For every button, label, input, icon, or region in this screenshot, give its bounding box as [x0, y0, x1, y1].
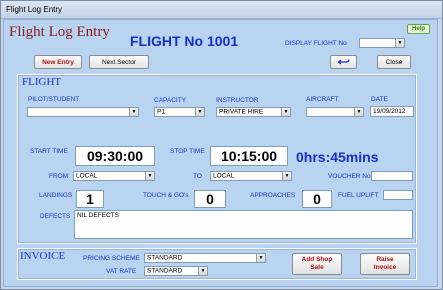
vat-rate-label: VAT RATE	[106, 268, 137, 275]
from-select[interactable]: LOCAL ▼	[73, 171, 155, 181]
approaches-field[interactable]: 0	[302, 190, 332, 208]
fuel-uplift-field[interactable]	[383, 190, 413, 200]
pricing-scheme-select[interactable]: STANDARD ▼	[144, 253, 266, 263]
voucher-label: VOUCHER No.	[328, 173, 373, 180]
touch-go-field[interactable]: 0	[194, 190, 226, 208]
chevron-down-icon[interactable]: ▼	[395, 39, 404, 47]
chevron-down-icon[interactable]: ▼	[195, 108, 204, 116]
capacity-label: CAPACITY	[154, 97, 187, 104]
chevron-down-icon[interactable]: ▼	[354, 108, 363, 116]
defects-field[interactable]: NIL DEFECTS	[74, 210, 413, 239]
add-shop-sale-button[interactable]: Add Shop Sale	[292, 253, 342, 275]
undo-arrow-icon	[337, 59, 350, 65]
chevron-down-icon[interactable]: ▼	[129, 108, 138, 116]
undo-button[interactable]	[330, 55, 357, 69]
form-title: Flight Log Entry	[9, 24, 110, 40]
landings-label: LANDINGS	[39, 192, 73, 199]
touch-go-label: TOUCH & GO's	[143, 192, 189, 199]
flight-section-title: FLIGHT	[22, 76, 62, 88]
aircraft-label: AIRCRAFT	[306, 96, 339, 103]
instructor-select[interactable]: PRIVATE HIRE ▼	[216, 107, 291, 117]
vat-rate-select[interactable]: STANDARD ▼	[144, 266, 208, 276]
chevron-down-icon[interactable]: ▼	[198, 267, 207, 275]
display-flight-label: DISPLAY FLIGHT No	[285, 40, 347, 47]
fuel-uplift-label: FUEL UPLIFT	[338, 192, 379, 199]
date-label: DATE	[371, 96, 388, 103]
new-entry-button[interactable]: New Entry	[34, 55, 82, 69]
pricing-scheme-label: PRICING SCHEME	[83, 255, 140, 262]
stop-time-field[interactable]: 10:15:00	[210, 146, 288, 166]
invoice-section-title: INVOICE	[20, 250, 66, 262]
pilot-label: PILOT/STUDENT	[28, 96, 80, 103]
chevron-down-icon[interactable]: ▼	[256, 254, 265, 262]
chevron-down-icon[interactable]: ▼	[282, 172, 291, 180]
start-time-label: START TIME	[30, 148, 68, 155]
capacity-select[interactable]: P1 ▼	[154, 107, 205, 117]
approaches-label: APPROACHES	[250, 192, 296, 199]
landings-field[interactable]: 1	[76, 190, 104, 208]
stop-time-label: STOP TIME	[170, 148, 205, 155]
chevron-down-icon[interactable]: ▼	[281, 108, 290, 116]
instructor-label: INSTRUCTOR	[216, 97, 259, 104]
defects-label: DEFECTS	[40, 213, 71, 220]
window-title: Flight Log Entry	[6, 5, 63, 14]
to-select[interactable]: LOCAL ▼	[210, 171, 292, 181]
chevron-down-icon[interactable]: ▼	[145, 172, 154, 180]
voucher-field[interactable]	[371, 171, 413, 181]
date-field[interactable]: 19/09/2012	[370, 106, 414, 117]
display-flight-select[interactable]: ▼	[359, 38, 405, 48]
raise-invoice-button[interactable]: Raise Invoice	[360, 253, 410, 275]
title-bar[interactable]: Flight Log Entry	[1, 1, 442, 19]
pilot-select[interactable]: ▼	[27, 107, 139, 117]
next-sector-button[interactable]: Next Sector	[89, 55, 149, 69]
flight-number: FLIGHT No 1001	[130, 33, 239, 49]
close-button[interactable]: Close	[377, 55, 411, 69]
start-time-field[interactable]: 09:30:00	[75, 146, 155, 166]
to-label: TO	[193, 173, 202, 180]
from-label: FROM	[49, 173, 69, 180]
help-button[interactable]: Help	[407, 24, 430, 34]
aircraft-select[interactable]: ▼	[306, 107, 364, 117]
flight-duration: 0hrs:45mins	[296, 149, 379, 165]
